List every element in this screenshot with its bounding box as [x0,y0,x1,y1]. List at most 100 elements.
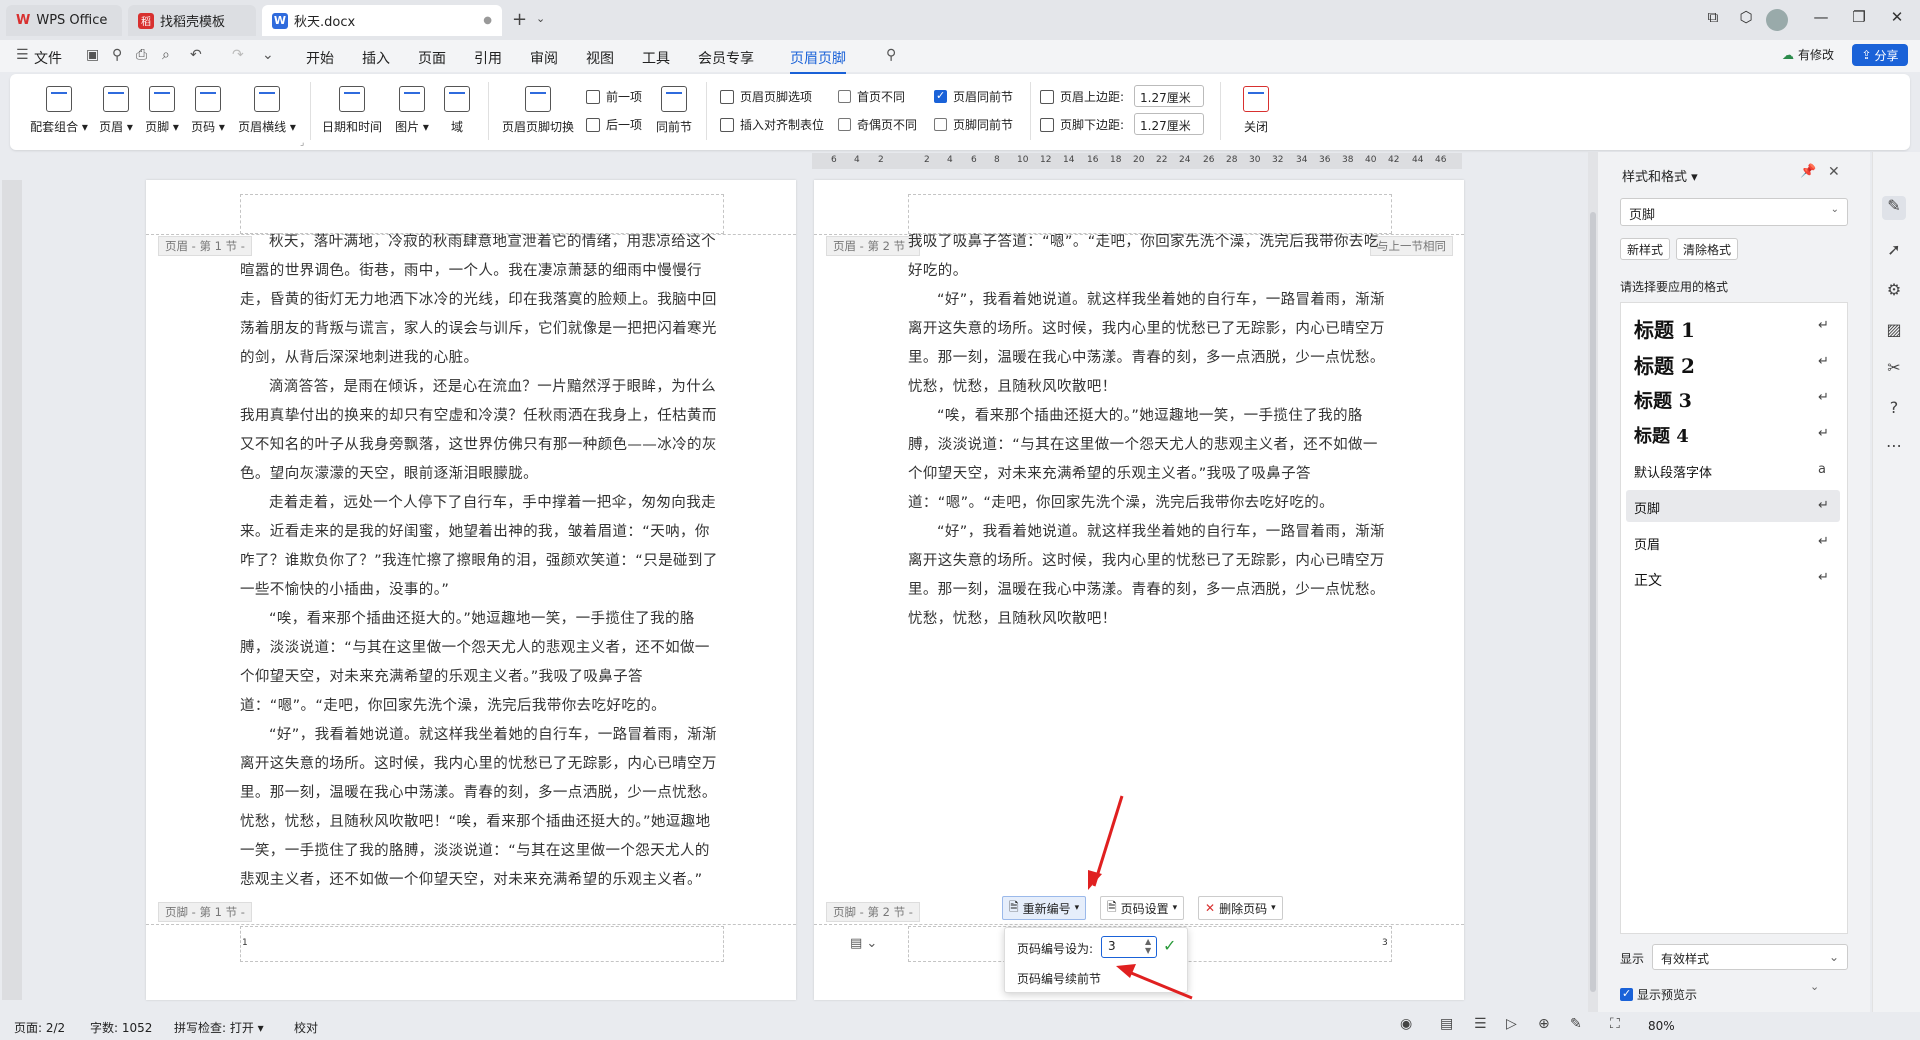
word-count[interactable]: 字数: 1052 [90,1019,152,1036]
header-same-checkbox[interactable]: 页眉同前节 [934,88,1013,105]
vertical-scrollbar[interactable] [1588,152,1598,1012]
search-icon[interactable]: ⚲ [886,47,896,63]
page-indicator[interactable]: 页面: 2/2 [14,1019,65,1036]
first-page-diff-checkbox[interactable]: 首页不同 [838,88,905,105]
pin-icon[interactable]: 📌 [1800,164,1816,179]
print-preview-icon[interactable]: ⌕ [162,47,170,63]
vertical-ruler[interactable] [2,180,22,1000]
style-body[interactable]: 正文 [1634,570,1784,590]
style-header[interactable]: 页眉 [1634,534,1784,553]
help-icon[interactable]: ? [1882,398,1906,422]
proofread-button[interactable]: 校对 [294,1019,318,1036]
redo-icon[interactable]: ↷ [232,47,244,63]
adjust-icon[interactable]: ⚙ [1882,280,1906,304]
picture-button[interactable]: 图片 ▾ [392,86,432,135]
undo-icon[interactable]: ↶ [190,47,202,63]
current-style-select[interactable]: 页脚 ⌄ [1620,198,1848,226]
show-preview-checkbox[interactable]: 显示预览示 [1620,986,1697,1003]
menu-header-footer[interactable]: 页眉页脚 [790,48,846,74]
page-number-button[interactable]: 页码 ▾ [188,86,228,135]
menu-insert[interactable]: 插入 [362,48,390,68]
print-icon[interactable]: ⎙ [136,47,147,63]
style-footer[interactable]: 页脚 [1634,498,1784,517]
footer-layout-icon[interactable]: ▤ ⌄ [850,936,877,951]
restore-icon[interactable]: ❐ [1846,8,1872,26]
tab-list-chevron-icon[interactable]: ⌄ [536,12,545,25]
tab-document[interactable]: W 秋天.docx ● [262,5,502,36]
footer-same-checkbox[interactable]: 页脚同前节 [934,116,1013,133]
play-icon[interactable]: ▷ [1506,1016,1517,1032]
search-doc-icon[interactable]: ⚲ [112,47,122,63]
renumber-button[interactable]: 🗎 重新编号 ▾ [1002,896,1087,920]
save-icon[interactable]: ▣ [86,47,99,63]
minimize-icon[interactable]: — [1808,8,1834,26]
panel-title[interactable]: 样式和格式 ▾ [1622,166,1698,185]
tab-template[interactable]: 稻 找稻壳模板 [128,5,256,36]
eye-protect-icon[interactable]: ◉ [1400,1016,1412,1032]
menu-reference[interactable]: 引用 [474,48,502,68]
menu-page[interactable]: 页面 [418,48,446,68]
style-heading-4[interactable]: 标题 4 [1634,422,1784,448]
chevron-down-icon[interactable]: ⌄ [1810,980,1819,993]
insert-align-tab-button[interactable]: 插入对齐制表位 [720,116,824,133]
box-icon[interactable]: ⬡ [1733,8,1759,26]
spell-check-toggle[interactable]: 拼写检查: 打开 ▾ [174,1019,264,1036]
footer-bottom-margin-input[interactable]: 1.27厘米 [1134,113,1204,135]
style-default-font[interactable]: 默认段落字体 [1634,462,1784,481]
field-button[interactable]: 域 [440,86,474,135]
horizontal-ruler[interactable]: 6 4 2 2 4 6 8 10 12 14 16 18 20 22 24 26 28 30 32 34 36 38 40 4… [812,153,1462,169]
header-footer-options-button[interactable]: 页眉页脚选项 [720,88,812,105]
pen-icon[interactable]: ✎ [1570,1016,1582,1032]
clear-format-button[interactable]: 清除格式 [1676,238,1739,260]
fit-page-icon[interactable]: ⛶ [1610,1016,1620,1032]
close-header-footer-button[interactable]: 关闭 [1238,86,1274,135]
header-button[interactable]: 页眉 ▾ [96,86,136,135]
header-top-margin-input[interactable]: 1.27厘米 [1134,85,1204,107]
menu-view[interactable]: 视图 [586,48,614,68]
ribbon-expand-icon[interactable]: ⌟ [300,138,304,148]
hamburger-icon[interactable]: ☰ [16,47,29,63]
menu-home[interactable]: 开始 [306,48,334,68]
menu-tools[interactable]: 工具 [642,48,670,68]
footer-button[interactable]: 页脚 ▾ [142,86,182,135]
close-icon[interactable]: ✕ [1884,8,1910,26]
header-line-button[interactable]: 页眉横线 ▾ [236,86,298,135]
page-view-icon[interactable]: ▤ [1440,1016,1453,1032]
style-heading-3[interactable]: 标题 3 [1634,386,1784,413]
delete-page-number-button[interactable]: ✕ 删除页码 ▾ [1198,896,1283,920]
datetime-button[interactable]: 日期和时间 [320,86,384,135]
window-layout-icon[interactable]: ⧉ [1700,8,1726,26]
tab-wps-office[interactable]: W WPS Office [6,5,122,36]
more-icon[interactable]: ⋯ [1882,436,1906,460]
panel-close-icon[interactable]: ✕ [1828,164,1840,180]
page-2-body[interactable]: 我吸了吸鼻子答道：“嗯”。“走吧，你回家先洗个澡，洗完后我带你去吃好吃的。 “好… [908,228,1392,634]
unsaved-dot-icon[interactable]: ● [483,15,492,26]
menu-review[interactable]: 审阅 [530,48,558,68]
zoom-level[interactable]: 80% [1648,1019,1675,1033]
web-view-icon[interactable]: ⊕ [1538,1016,1550,1032]
combo-button[interactable]: 配套组合 ▾ [30,86,88,135]
next-item-button[interactable]: 后一项 [586,116,642,133]
scrollbar-thumb[interactable] [1590,212,1596,992]
menu-file[interactable]: 文件 [34,48,62,68]
share-button[interactable]: ⇪ 分享 [1852,44,1908,66]
avatar[interactable] [1766,9,1788,31]
menu-member[interactable]: 会员专享 [698,48,754,68]
style-pen-icon[interactable]: ✎ [1882,196,1906,220]
image-edit-icon[interactable]: ▨ [1882,320,1906,344]
style-heading-2[interactable]: 标题 2 [1634,350,1784,379]
same-as-prev-button[interactable]: 同前节 [654,86,694,135]
select-cursor-icon[interactable]: ➚ [1882,240,1906,264]
page-1-body[interactable]: 秋天，落叶满地，冷寂的秋雨肆意地宣泄着它的情绪，用悲凉给这个暄嚣的世界调色。街巷… [240,228,724,895]
show-select[interactable]: 有效样式 ⌄ [1652,944,1848,970]
odd-even-diff-checkbox[interactable]: 奇偶页不同 [838,116,917,133]
new-style-button[interactable]: 新样式 [1620,238,1671,260]
more-chevron-icon[interactable]: ⌄ [262,47,274,63]
style-heading-1[interactable]: 标题 1 [1634,314,1784,343]
prev-item-button[interactable]: 前一项 [586,88,642,105]
footer-area-1[interactable] [240,926,724,962]
outline-view-icon[interactable]: ☰ [1474,1016,1487,1032]
switch-header-footer-button[interactable]: 页眉页脚切换 [500,86,576,135]
tools-icon[interactable]: ✂ [1882,358,1906,382]
new-tab-icon[interactable]: + [512,9,527,30]
